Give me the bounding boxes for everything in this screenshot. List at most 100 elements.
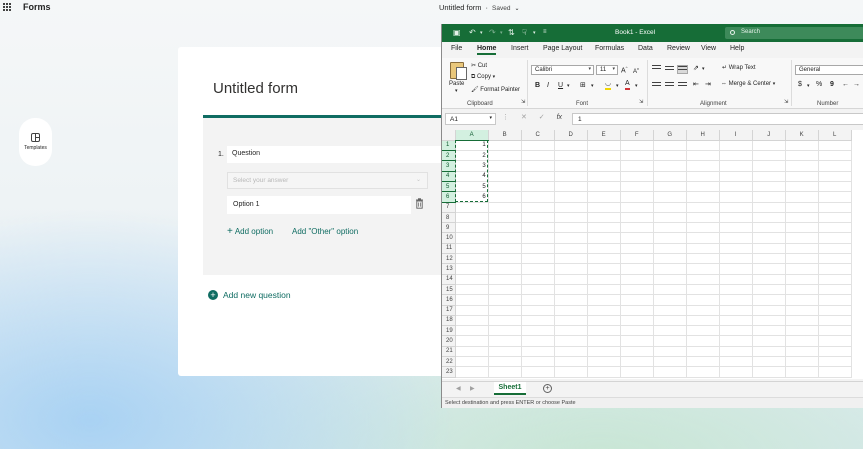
cell[interactable] [719, 253, 753, 265]
customize-toolbar-icon[interactable]: ≡ [543, 29, 547, 35]
trash-icon[interactable] [415, 198, 424, 209]
cell[interactable] [455, 305, 489, 316]
cell[interactable] [620, 212, 654, 224]
cell[interactable] [818, 202, 852, 213]
cell[interactable] [719, 284, 753, 296]
cell[interactable] [686, 160, 720, 172]
cell[interactable] [719, 202, 753, 213]
cell[interactable] [818, 232, 852, 244]
cell[interactable] [587, 284, 621, 296]
cut-button[interactable]: ✂ Cut [471, 62, 487, 69]
cell[interactable] [818, 325, 852, 337]
cell-table[interactable]: A B C D E F G H I J K L 1122334455667891… [442, 130, 852, 378]
cell[interactable] [620, 160, 654, 172]
underline-button[interactable]: U [558, 82, 563, 89]
cell[interactable] [587, 191, 621, 203]
cell[interactable] [455, 366, 489, 378]
chevron-down-icon[interactable]: ▾ [455, 88, 458, 94]
chevron-down-icon[interactable]: ▾ [480, 30, 483, 36]
cell[interactable] [554, 335, 588, 347]
cell[interactable] [785, 315, 819, 327]
align-left-icon[interactable] [652, 82, 661, 89]
cell[interactable] [785, 243, 819, 255]
tab-page-layout[interactable]: Page Layout [543, 45, 582, 52]
add-option-button[interactable]: + Add option [227, 226, 273, 237]
cell[interactable] [521, 222, 555, 234]
cell[interactable] [719, 335, 753, 347]
cell[interactable] [620, 150, 654, 162]
cell[interactable] [488, 243, 522, 255]
row-header[interactable]: 3 [442, 160, 456, 172]
cell[interactable] [785, 202, 819, 213]
cell[interactable] [521, 253, 555, 265]
cell[interactable] [455, 325, 489, 337]
percent-button[interactable]: % [816, 81, 822, 88]
cell[interactable] [620, 222, 654, 234]
cell[interactable] [719, 171, 753, 182]
align-middle-icon[interactable] [665, 66, 674, 73]
cell[interactable] [554, 305, 588, 316]
add-other-option-button[interactable]: Add "Other" option [292, 227, 358, 236]
cell[interactable] [752, 222, 786, 234]
cell[interactable] [587, 263, 621, 275]
cell[interactable] [752, 305, 786, 316]
cell[interactable] [620, 243, 654, 255]
grow-font-button[interactable]: A^ [621, 65, 628, 74]
cell[interactable] [752, 160, 786, 172]
cell[interactable] [521, 366, 555, 378]
cell[interactable] [455, 315, 489, 327]
cell[interactable] [752, 150, 786, 162]
cell[interactable] [521, 356, 555, 368]
paste-icon[interactable] [450, 62, 467, 80]
form-title[interactable]: Untitled form [213, 80, 298, 97]
row-header[interactable]: 15 [442, 284, 456, 296]
cell[interactable] [488, 140, 522, 152]
cell[interactable] [488, 191, 522, 203]
orientation-icon[interactable]: ⇗ [693, 64, 699, 72]
cell[interactable] [521, 294, 555, 306]
cell[interactable] [686, 212, 720, 224]
cell[interactable] [521, 335, 555, 347]
cell[interactable] [818, 253, 852, 265]
cell[interactable] [587, 305, 621, 316]
wrap-text-button[interactable]: ↵ Wrap Text [722, 64, 756, 71]
cell[interactable] [620, 366, 654, 378]
cell[interactable] [587, 315, 621, 327]
chevron-down-icon[interactable]: ▾ [533, 30, 536, 36]
cell[interactable] [818, 315, 852, 327]
cell[interactable] [587, 294, 621, 306]
cell[interactable]: 6 [455, 191, 489, 203]
cell[interactable] [620, 356, 654, 368]
cell[interactable] [554, 232, 588, 244]
cell[interactable] [752, 346, 786, 358]
cell[interactable] [752, 335, 786, 347]
templates-button[interactable]: Templates [19, 118, 52, 166]
row-header[interactable]: 23 [442, 366, 456, 378]
cell[interactable] [686, 171, 720, 182]
cell[interactable] [455, 356, 489, 368]
cell[interactable] [521, 284, 555, 296]
increase-indent-icon[interactable]: ⇥ [705, 80, 711, 88]
row-header[interactable]: 11 [442, 243, 456, 255]
cell[interactable] [455, 284, 489, 296]
cell[interactable] [785, 232, 819, 244]
cell[interactable] [521, 140, 555, 152]
cell[interactable] [521, 325, 555, 337]
dialog-launcher-icon[interactable]: ⇲ [521, 99, 525, 105]
cell[interactable] [719, 346, 753, 358]
cell[interactable] [554, 243, 588, 255]
row-header[interactable]: 14 [442, 274, 456, 285]
cell[interactable] [686, 222, 720, 234]
cell[interactable] [752, 366, 786, 378]
cell[interactable] [653, 150, 687, 162]
cell[interactable] [554, 274, 588, 285]
cell[interactable] [752, 325, 786, 337]
cell[interactable] [686, 150, 720, 162]
align-center-icon[interactable] [665, 82, 674, 89]
cell[interactable] [653, 315, 687, 327]
sort-icon[interactable]: ⇅ [508, 28, 515, 37]
forms-brand[interactable]: Forms [23, 2, 51, 12]
cell[interactable] [686, 366, 720, 378]
cell[interactable] [455, 202, 489, 213]
touch-mode-icon[interactable]: ☟ [522, 28, 527, 37]
